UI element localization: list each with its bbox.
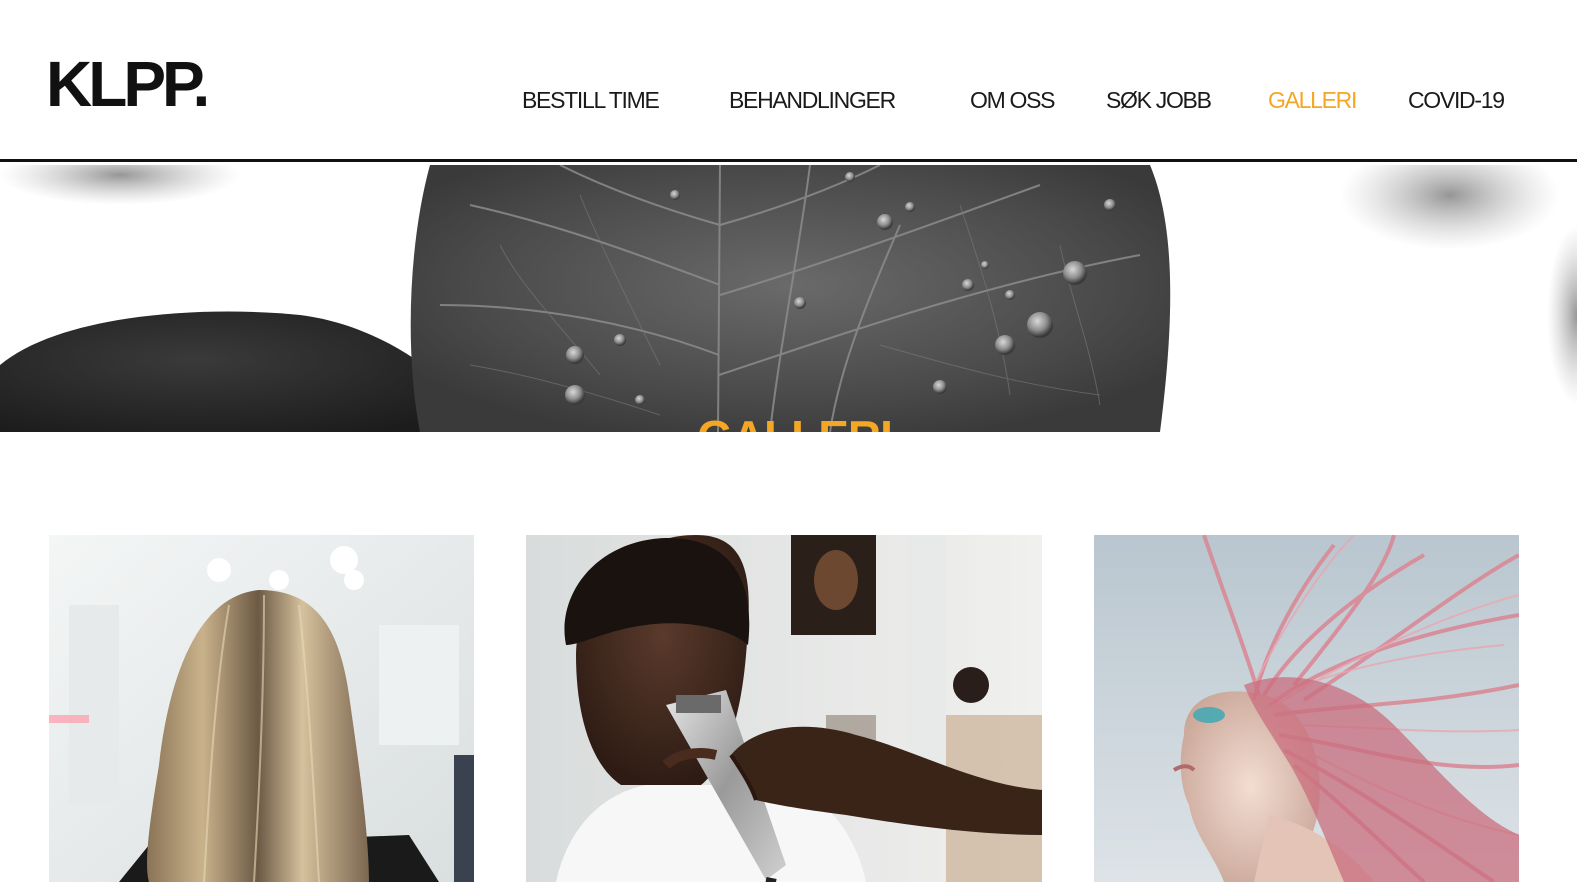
gallery-photo <box>1094 535 1519 882</box>
main-nav: BESTILL TIME BEHANDLINGER OM OSS SØK JOB… <box>0 86 1577 116</box>
nav-item-om-oss[interactable]: OM OSS <box>970 86 1056 114</box>
nav-item-behandlinger[interactable]: BEHANDLINGER <box>729 86 896 114</box>
gallery-image-pink-hair[interactable] <box>1094 535 1519 882</box>
nav-item-galleri[interactable]: GALLERI <box>1268 86 1357 114</box>
page-title: GALLERI <box>0 411 1577 432</box>
gallery-image-blonde-hair[interactable] <box>49 535 474 882</box>
nav-item-covid-19[interactable]: COVID-19 <box>1408 86 1505 114</box>
site-header: KLPP. BESTILL TIME BEHANDLINGER OM OSS S… <box>0 0 1577 162</box>
gallery-image-barber-clipper[interactable] <box>526 535 1042 882</box>
gallery-photo <box>49 535 474 882</box>
hero-banner: GALLERI <box>0 165 1577 432</box>
hero-leaf-image <box>0 165 1577 432</box>
gallery-photo <box>526 535 1042 882</box>
nav-item-bestill-time[interactable]: BESTILL TIME <box>522 86 660 114</box>
nav-item-sok-jobb[interactable]: SØK JOBB <box>1106 86 1212 114</box>
